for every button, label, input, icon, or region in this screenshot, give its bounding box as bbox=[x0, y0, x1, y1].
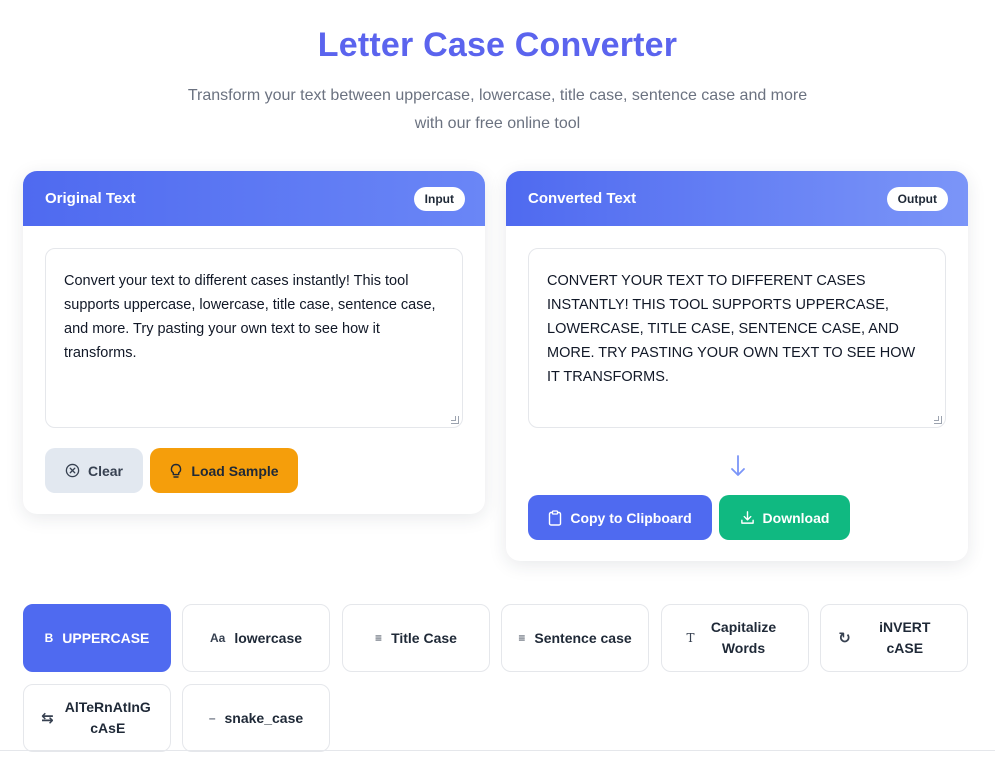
resize-handle-icon[interactable] bbox=[934, 416, 942, 424]
output-card-title: Converted Text bbox=[528, 190, 637, 207]
page-divider bbox=[0, 750, 995, 751]
case-option-invert-case[interactable]: ↻ iNVERT cASE bbox=[820, 604, 968, 672]
align-left-icon: ≡ bbox=[518, 630, 526, 645]
resize-handle-icon[interactable] bbox=[451, 416, 459, 424]
case-option-sentence-case[interactable]: ≡ Sentence case bbox=[501, 604, 649, 672]
arrow-down-icon bbox=[731, 455, 745, 476]
case-option-capitalize-words[interactable]: T Capitalize Words bbox=[661, 604, 809, 672]
case-option-label: Sentence case bbox=[534, 629, 632, 646]
output-text: CONVERT YOUR TEXT TO DIFFERENT CASES INS… bbox=[547, 273, 916, 385]
case-option-label: lowercase bbox=[234, 629, 303, 646]
output-card-header: Converted Text Output bbox=[506, 171, 968, 226]
lightbulb-icon bbox=[171, 463, 182, 478]
input-card: Original Text Input Convert your text to… bbox=[23, 171, 485, 514]
minus-icon: – bbox=[208, 710, 216, 725]
input-card-title: Original Text bbox=[45, 190, 136, 207]
copy-button-label: Copy to Clipboard bbox=[570, 509, 692, 526]
clipboard-icon bbox=[549, 509, 562, 526]
case-option-label: snake_case bbox=[224, 709, 304, 726]
case-option-label: Capitalize Words bbox=[710, 619, 777, 656]
case-option-label: AlTeRnAtInG cAsE bbox=[64, 699, 151, 736]
page-subtitle: Transform your text between uppercase, l… bbox=[187, 87, 808, 132]
input-textarea[interactable]: Convert your text to different cases ins… bbox=[45, 248, 463, 428]
clear-button[interactable]: Clear bbox=[45, 448, 143, 493]
output-textarea[interactable]: CONVERT YOUR TEXT TO DIFFERENT CASES INS… bbox=[528, 248, 946, 428]
output-card: Converted Text Output CONVERT YOUR TEXT … bbox=[506, 171, 968, 561]
case-option-uppercase[interactable]: B UPPERCASE bbox=[23, 604, 171, 672]
align-center-icon: ≡ bbox=[375, 630, 383, 645]
output-badge: Output bbox=[886, 186, 948, 211]
case-option-snake-case[interactable]: – snake_case bbox=[182, 684, 330, 752]
load-sample-label: Load Sample bbox=[191, 462, 279, 479]
download-button-label: Download bbox=[762, 509, 830, 526]
font-size-icon: Aa bbox=[209, 630, 226, 645]
page-title: Letter Case Converter bbox=[317, 26, 678, 64]
input-card-header: Original Text Input bbox=[23, 171, 485, 226]
page: Letter Case Converter Transform your tex… bbox=[0, 0, 995, 761]
download-button[interactable]: Download bbox=[719, 495, 850, 540]
input-badge: Input bbox=[413, 186, 465, 211]
copy-to-clipboard-button[interactable]: Copy to Clipboard bbox=[528, 495, 712, 540]
load-sample-button[interactable]: Load Sample bbox=[150, 448, 298, 493]
case-option-label: Title Case bbox=[391, 629, 457, 646]
text-icon: T bbox=[686, 630, 695, 645]
case-option-lowercase[interactable]: Aa lowercase bbox=[182, 604, 330, 672]
case-option-label: UPPERCASE bbox=[62, 629, 150, 646]
clear-button-label: Clear bbox=[87, 462, 124, 479]
input-text: Convert your text to different cases ins… bbox=[64, 273, 436, 361]
case-option-title-case[interactable]: ≡ Title Case bbox=[342, 604, 490, 672]
case-option-alternating-case[interactable]: ⇆ AlTeRnAtInG cAsE bbox=[23, 684, 171, 752]
refresh-icon: ↻ bbox=[838, 629, 851, 647]
case-option-label: iNVERT cASE bbox=[879, 619, 931, 656]
exchange-icon: ⇆ bbox=[41, 709, 54, 727]
bold-icon: B bbox=[44, 630, 54, 645]
download-icon bbox=[740, 511, 754, 524]
circle-x-icon bbox=[65, 463, 80, 478]
